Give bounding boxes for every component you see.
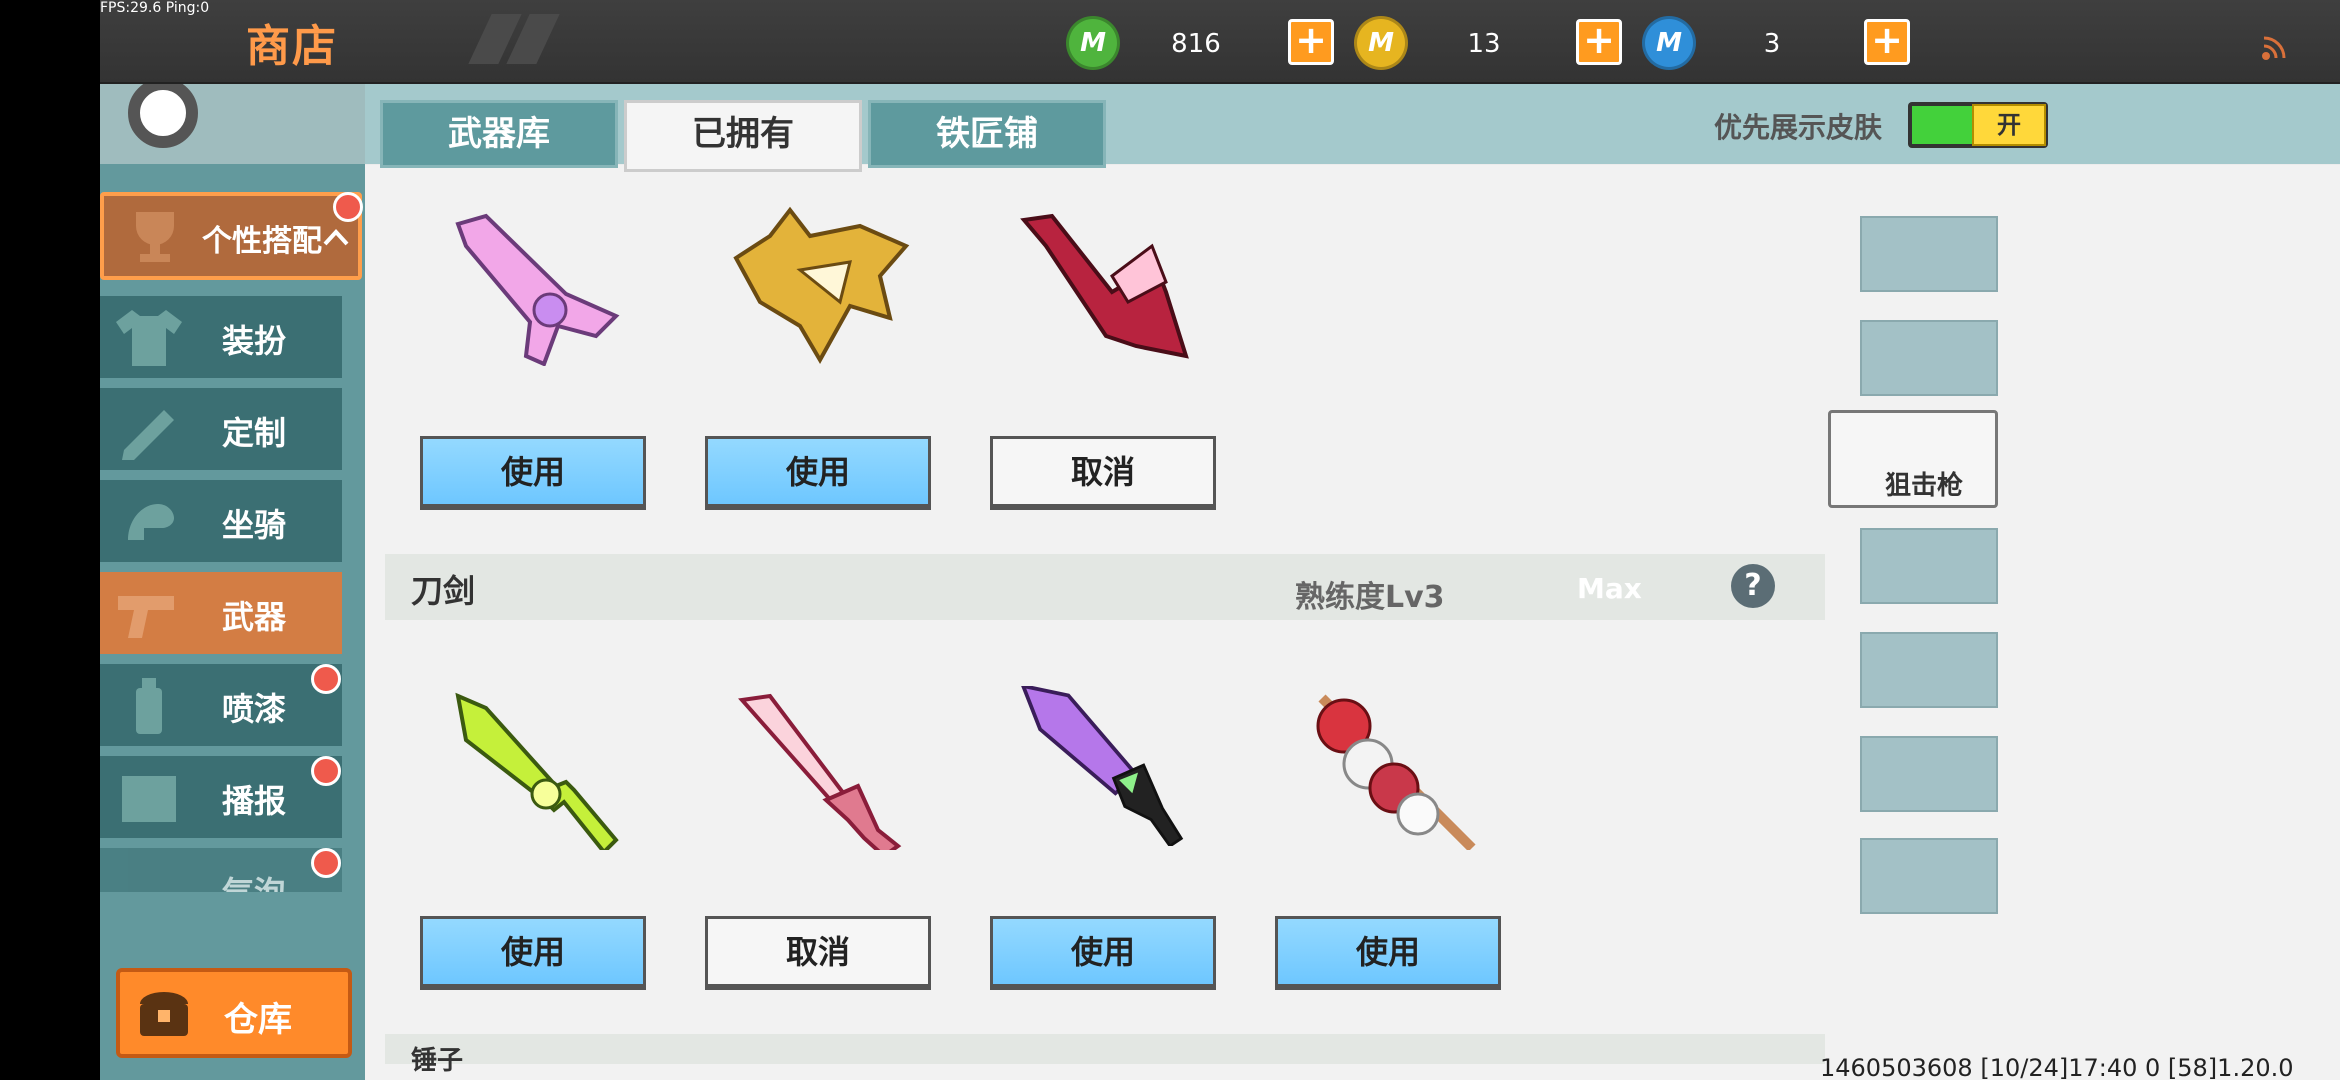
currency-value: 816: [1171, 29, 1221, 59]
category-label: 狙击枪: [1885, 471, 1964, 501]
purple-greatsword-item[interactable]: [1016, 686, 1196, 846]
sidebar-group-label: 个性搭配: [202, 224, 322, 259]
sidebar-item-dress[interactable]: 装扮: [100, 296, 342, 378]
avatar[interactable]: [128, 78, 198, 148]
sidebar-item-spray[interactable]: 喷漆: [100, 664, 342, 746]
sidebar-item-label: 定制: [222, 414, 287, 452]
trophy-icon: [136, 212, 174, 262]
box-icon: [122, 776, 176, 822]
category-slot-sniper[interactable]: 狙击枪: [1828, 410, 1998, 508]
sidebar-item-mount[interactable]: 坐骑: [100, 480, 342, 562]
blue-m-coin-icon: M: [1642, 16, 1696, 70]
next-section-header: 锤子: [385, 1034, 1825, 1076]
sidebar-item-label: 坐骑: [222, 506, 287, 544]
gun-1-use-button[interactable]: 使用: [420, 436, 646, 510]
tab-armory[interactable]: 武器库: [380, 100, 618, 168]
tab-blacksmith[interactable]: 铁匠铺: [868, 100, 1106, 168]
category-slot[interactable]: [1860, 528, 1998, 604]
add-currency-button[interactable]: +: [1864, 19, 1910, 65]
sidebar-item-custom[interactable]: 定制: [100, 388, 342, 470]
gun-3-cancel-button[interactable]: 取消: [990, 436, 1216, 510]
sidebar-item-label: 喷漆: [222, 690, 287, 728]
crimson-gun-item[interactable]: [1016, 206, 1196, 366]
skin-priority-label: 优先展示皮肤: [1714, 111, 1883, 144]
shirt-icon: [116, 310, 182, 366]
sidebar-item-label: 气泡: [222, 868, 286, 892]
currency-value: 3: [1763, 29, 1781, 59]
currency-value: 13: [1467, 29, 1501, 59]
notification-badge: [311, 848, 341, 878]
warehouse-label: 仓库: [224, 1000, 292, 1040]
category-slot[interactable]: [1860, 838, 1998, 914]
gun-2-use-button[interactable]: 使用: [705, 436, 931, 510]
top-bar: 商店 M 816 + M 13 + M 3 +: [100, 0, 2340, 84]
add-currency-button[interactable]: +: [1576, 19, 1622, 65]
chevron-up-icon: [323, 229, 349, 246]
pencil-icon: [122, 410, 174, 460]
warehouse-button[interactable]: 仓库: [116, 968, 352, 1058]
sidebar-item-label: 播报: [222, 782, 287, 820]
sidebar-item-label: 武器: [222, 598, 287, 636]
pink-gun-item[interactable]: [446, 206, 626, 366]
sidebar-item-broadcast[interactable]: 播报: [100, 756, 342, 838]
fps-ping-readout: FPS:29.6 Ping:0: [100, 0, 210, 16]
section-title: 刀剑: [411, 572, 476, 610]
sidebar-item-bubble[interactable]: 气泡: [100, 848, 342, 892]
category-slot[interactable]: [1860, 320, 1998, 396]
notification-badge: [311, 756, 341, 786]
help-icon[interactable]: ?: [1731, 564, 1775, 608]
green-m-coin-icon: M: [1066, 16, 1120, 70]
category-slot[interactable]: [1860, 216, 1998, 292]
notification-badge: [333, 192, 363, 222]
skin-priority-toggle[interactable]: 开: [1908, 102, 2048, 148]
candied-haws-item[interactable]: [1302, 690, 1482, 850]
category-slot[interactable]: [1860, 736, 1998, 812]
proficiency-max: Max: [1577, 572, 1642, 605]
green-blade-item[interactable]: [446, 690, 626, 850]
sidebar-item-label: 装扮: [222, 322, 287, 360]
toggle-track: [1912, 106, 1974, 144]
blade-1-use-button[interactable]: 使用: [420, 916, 646, 990]
build-info: 1460503608 [10/24]17:40 0 [58]1.20.0: [1820, 1054, 2294, 1080]
sidebar-group-personalize[interactable]: 个性搭配: [100, 192, 362, 280]
proficiency-level: 熟练度Lv3: [1295, 580, 1445, 615]
add-currency-button[interactable]: +: [1288, 19, 1334, 65]
blade-2-cancel-button[interactable]: 取消: [705, 916, 931, 990]
revolver-icon: [118, 596, 174, 638]
blades-section-header: 刀剑 熟练度Lv3 Max ?: [385, 554, 1825, 620]
toggle-knob: 开: [1972, 104, 2046, 146]
notification-badge: [311, 664, 341, 694]
tab-owned[interactable]: 已拥有: [624, 100, 862, 172]
blade-3-use-button[interactable]: 使用: [990, 916, 1216, 990]
category-slot[interactable]: [1860, 632, 1998, 708]
page-title: 商店: [246, 21, 338, 72]
sidebar-item-weapon[interactable]: 武器: [100, 572, 342, 654]
blade-4-use-button[interactable]: 使用: [1275, 916, 1501, 990]
mount-icon: [128, 504, 174, 540]
gold-m-coin-icon: M: [1354, 16, 1408, 70]
signal-icon: [2262, 36, 2286, 60]
golden-dragon-gun-item[interactable]: [730, 206, 910, 366]
spray-can-icon: [136, 678, 162, 734]
treasure-chest-icon: [140, 992, 188, 1036]
pink-sword-item[interactable]: [730, 690, 910, 850]
section-title: 锤子: [411, 1046, 464, 1076]
